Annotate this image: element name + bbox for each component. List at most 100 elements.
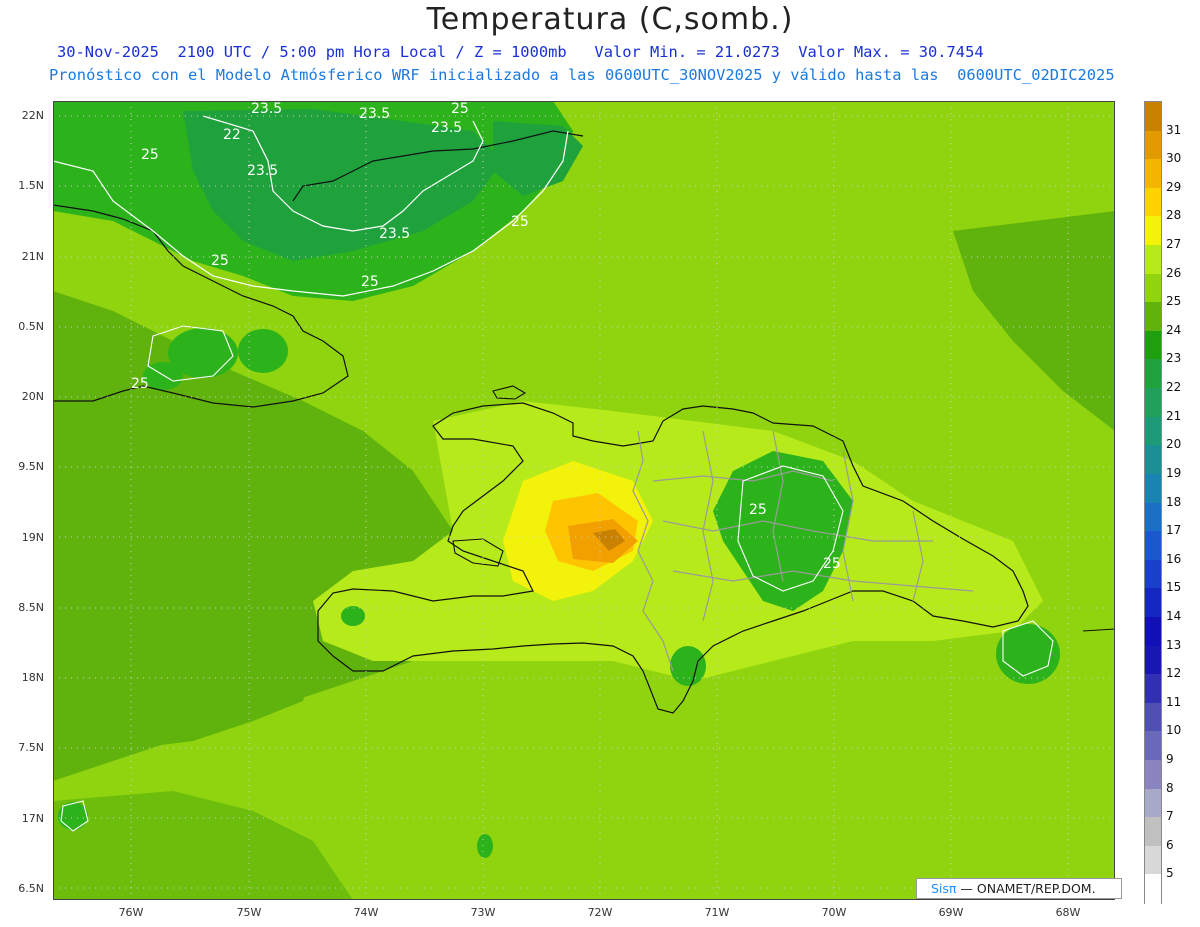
contour-label: 25 bbox=[451, 101, 469, 117]
lon-label: 72W bbox=[587, 906, 613, 919]
colorbar-label: 18 bbox=[1166, 494, 1182, 509]
colorbar-label: 30 bbox=[1166, 151, 1182, 166]
field-24-patch-e bbox=[477, 834, 493, 858]
colorbar-label: 22 bbox=[1166, 380, 1182, 395]
colorbar-label: 27 bbox=[1166, 237, 1182, 252]
contour-label: 25 bbox=[823, 556, 841, 572]
contour-label: 25 bbox=[211, 253, 229, 269]
colorbar-cell bbox=[1145, 588, 1161, 618]
colorbar-cell bbox=[1145, 845, 1161, 875]
lon-label: 76W bbox=[118, 906, 144, 919]
lat-label: 22N bbox=[21, 109, 44, 122]
lat-label: 0.5N bbox=[18, 320, 44, 333]
colorbar-label: 12 bbox=[1166, 666, 1182, 681]
colorbar-cell bbox=[1145, 216, 1161, 246]
colorbar-label: 15 bbox=[1166, 580, 1182, 595]
colorbar-label: 23 bbox=[1166, 351, 1182, 366]
colorbar-cell bbox=[1145, 159, 1161, 189]
lon-label: 74W bbox=[353, 906, 379, 919]
lon-label: 75W bbox=[236, 906, 262, 919]
colorbar-cell bbox=[1145, 559, 1161, 589]
field-24-patch-h bbox=[341, 606, 365, 626]
colorbar-cell bbox=[1145, 502, 1161, 532]
sispi-logo-text: Sisπ bbox=[931, 881, 957, 896]
map-title: Temperatura (C,somb.) bbox=[426, 2, 794, 37]
contour-label: 23.5 bbox=[247, 163, 278, 179]
contour-label: 23.5 bbox=[359, 106, 390, 122]
colorbar-cell bbox=[1145, 416, 1161, 446]
lat-label: 9.5N bbox=[18, 460, 44, 473]
field-24-patch-f bbox=[670, 646, 706, 686]
colorbar-label: 7 bbox=[1166, 809, 1174, 824]
colorbar-cell bbox=[1145, 616, 1161, 647]
model-info-line: Pronóstico con el Modelo Atmósferico WRF… bbox=[49, 66, 1115, 84]
contour-label: 22 bbox=[223, 127, 241, 143]
colorbar-cell bbox=[1145, 473, 1161, 504]
temperature-map: 23.5 25 23.5 25 22 23.5 23.5 25 25 25 25… bbox=[53, 101, 1115, 900]
colorbar-label: 9 bbox=[1166, 751, 1174, 766]
colorbar-cell bbox=[1145, 245, 1161, 275]
colorbar-label: 14 bbox=[1166, 608, 1182, 623]
colorbar-cell bbox=[1145, 330, 1161, 361]
colorbar-cell bbox=[1145, 702, 1161, 732]
contour-label: 25 bbox=[511, 214, 529, 230]
colorbar-cell bbox=[1145, 388, 1161, 418]
colorbar-cell bbox=[1145, 874, 1161, 904]
colorbar-cell bbox=[1145, 731, 1161, 761]
colorbar-cell bbox=[1145, 531, 1161, 561]
lat-label: 6.5N bbox=[18, 882, 44, 895]
colorbar-label: 28 bbox=[1166, 208, 1182, 223]
contour-label: 23.5 bbox=[251, 101, 282, 117]
colorbar-cell bbox=[1145, 788, 1161, 818]
colorbar-label: 13 bbox=[1166, 637, 1182, 652]
lon-label: 68W bbox=[1055, 906, 1081, 919]
colorbar-label: 6 bbox=[1166, 837, 1174, 852]
contour-label-23-5b: 23.5 bbox=[379, 226, 410, 242]
colorbar-cell bbox=[1145, 130, 1161, 160]
field-24-patch-b bbox=[238, 329, 288, 373]
lat-label: 18N bbox=[21, 671, 44, 684]
colorbar-cell bbox=[1145, 302, 1161, 332]
lon-label: 73W bbox=[470, 906, 496, 919]
lat-label: 19N bbox=[21, 531, 44, 544]
colorbar-cell bbox=[1145, 759, 1161, 790]
colorbar-cell bbox=[1145, 102, 1161, 132]
lon-label: 71W bbox=[704, 906, 730, 919]
colorbar-label: 31 bbox=[1166, 122, 1182, 137]
lon-label: 70W bbox=[821, 906, 847, 919]
colorbar-label: 25 bbox=[1166, 294, 1182, 309]
lat-label: 7.5N bbox=[18, 741, 44, 754]
colorbar-label: 19 bbox=[1166, 465, 1182, 480]
colorbar-label: 17 bbox=[1166, 523, 1182, 538]
contour-label: 25 bbox=[361, 274, 379, 290]
contour-label: 23.5 bbox=[431, 120, 462, 136]
colorbar-cell bbox=[1145, 645, 1161, 675]
colorbar-label: 11 bbox=[1166, 694, 1182, 709]
colorbar-cell bbox=[1145, 445, 1161, 475]
credit-text: — ONAMET/REP.DOM. bbox=[956, 881, 1096, 896]
lat-label: 1.5N bbox=[18, 179, 44, 192]
colorbar-cell bbox=[1145, 187, 1161, 218]
forecast-time-line: 30-Nov-2025 2100 UTC / 5:00 pm Hora Loca… bbox=[57, 43, 984, 61]
lon-label: 69W bbox=[938, 906, 964, 919]
contour-label: 25 bbox=[131, 376, 149, 392]
colorbar-cell bbox=[1145, 817, 1161, 847]
colorbar-label: 20 bbox=[1166, 437, 1182, 452]
colorbar-cell bbox=[1145, 674, 1161, 704]
lat-label: 17N bbox=[21, 812, 44, 825]
colorbar-label: 29 bbox=[1166, 179, 1182, 194]
colorbar-label: 26 bbox=[1166, 265, 1182, 280]
colorbar-label: 16 bbox=[1166, 551, 1182, 566]
colorbar-label: 21 bbox=[1166, 408, 1182, 423]
colorbar-label: 8 bbox=[1166, 780, 1174, 795]
colorbar-cell bbox=[1145, 273, 1161, 303]
credit-badge: Sisπ — ONAMET/REP.DOM. bbox=[916, 878, 1122, 899]
lat-label: 21N bbox=[21, 250, 44, 263]
colorbar-label: 5 bbox=[1166, 866, 1174, 881]
lat-label: 20N bbox=[21, 390, 44, 403]
colorbar-label: 24 bbox=[1166, 322, 1182, 337]
colorbar-label: 10 bbox=[1166, 723, 1182, 738]
contour-label: 25 bbox=[141, 147, 159, 163]
temperature-colorbar bbox=[1144, 101, 1162, 904]
lat-label: 8.5N bbox=[18, 601, 44, 614]
